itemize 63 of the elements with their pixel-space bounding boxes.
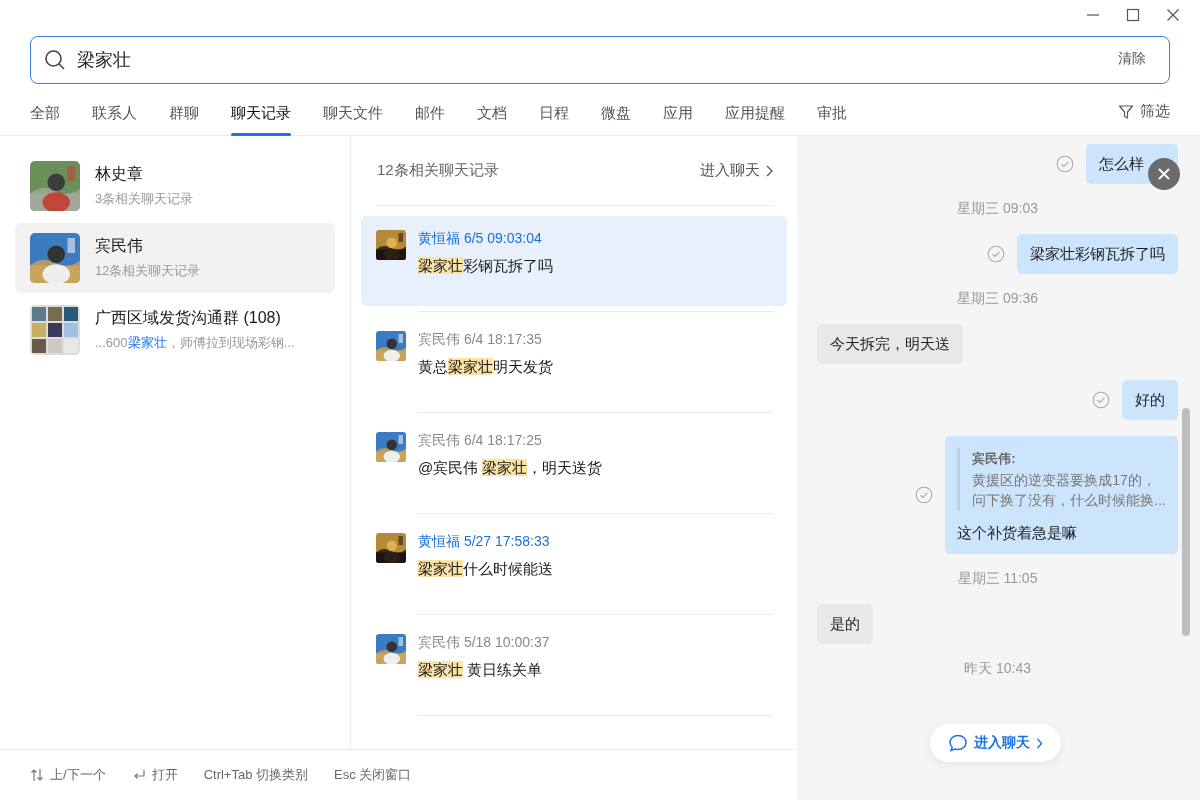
conversation-item[interactable]: 广西区域发货沟通群 (108) ...600梁家壮，师傅拉到现场彩钢... [15,295,335,365]
message-bubble: 今天拆完，明天送 [817,324,963,364]
conversation-name: 广西区域发货沟通群 (108) [95,308,282,328]
close-icon[interactable] [1166,8,1180,22]
conversation-name: 宾民伟 [95,236,144,256]
chat-bubble-icon [948,733,968,753]
conversation-snippet: 12条相关聊天记录 [95,262,201,280]
conversation-item[interactable]: 林史章 3条相关聊天记录 [15,151,335,221]
category-tab[interactable]: 全部 [30,98,60,136]
conversation-snippet: ...600梁家壮，师傅拉到现场彩钢... [95,334,295,352]
sender-time: 宾民伟 5/18 10:00:37 [418,634,550,652]
message-text: @宾民伟 梁家壮，明天送货 [418,458,603,478]
message-text: 这个补货着急是嘛 [957,523,1079,543]
category-tab[interactable]: 邮件 [415,98,445,136]
result-count: 12条相关聊天记录 [377,161,499,180]
category-tab[interactable]: 联系人 [92,98,137,136]
category-tab[interactable]: 审批 [817,98,847,136]
maximize-icon[interactable] [1126,8,1140,22]
category-tab[interactable]: 应用提醒 [725,98,785,136]
chevron-icon [765,164,773,177]
quote-text: 问下换了没有，什么时候能换... [972,491,1166,510]
message-text: 梁家壮彩钢瓦拆了吗 [418,256,553,276]
conversation-item[interactable]: 宾民伟 12条相关聊天记录 [15,223,335,293]
timestamp: 昨天 10:43 [963,660,1032,678]
message-bubble: 是的 [817,604,873,644]
quote-text: 黄援区的逆变器要换成17的， [972,471,1157,490]
category-tab[interactable]: 群聊 [169,98,199,136]
filter-icon [1118,103,1134,120]
scrollbar[interactable] [1182,408,1190,636]
category-tab[interactable]: 应用 [663,98,693,136]
message-text: 梁家壮什么时候能送 [418,559,553,579]
category-tab[interactable]: 微盘 [601,98,631,136]
sender-time: 宾民伟 6/4 18:17:35 [418,331,543,349]
close-icon [1157,167,1171,181]
shortcut-hint: Ctrl+Tab 切换类别 [203,766,308,784]
filter-button[interactable]: 筛选 [1118,98,1170,125]
close-preview-button[interactable] [1148,158,1180,190]
timestamp: 星期三 09:03 [956,200,1039,218]
sender-time: 宾民伟 6/4 18:17:25 [418,432,543,450]
category-tab[interactable]: 聊天文件 [323,98,383,136]
shortcut-hint: 打开 [151,766,178,784]
shortcut-hint: 上/下一个 [50,766,106,784]
conversation-name: 林史章 [95,164,144,184]
timestamp: 星期三 11:05 [956,570,1039,588]
conversation-snippet: 3条相关聊天记录 [95,190,194,208]
search-icon [44,49,66,71]
shortcut-hint: Esc 关闭窗口 [334,766,412,784]
message-text: 梁家壮 黄日练关单 [418,660,544,680]
quote-author: 宾民伟: [972,450,1017,468]
category-tab[interactable]: 文档 [477,98,507,136]
sender-time: 黄恒福 5/27 17:58:33 [418,533,551,551]
enter-chat-button[interactable]: 进入聊天 [930,724,1061,762]
message-bubble: 梁家壮彩钢瓦拆了吗 [1017,234,1178,274]
category-tab[interactable]: 聊天记录 [231,98,291,136]
up-down-arrows-icon [30,768,44,782]
message-text: 黄总梁家壮明天发货 [418,357,553,377]
clear-button[interactable]: 清除 [1108,46,1156,72]
enter-chat-link[interactable]: 进入聊天 [700,161,773,180]
message-bubble: 好的 [1122,380,1178,420]
chevron-icon [1036,737,1043,749]
timestamp: 星期三 09:36 [956,290,1039,308]
category-tab[interactable]: 日程 [539,98,569,136]
sender-time: 黄恒福 6/5 09:03:04 [418,230,543,248]
